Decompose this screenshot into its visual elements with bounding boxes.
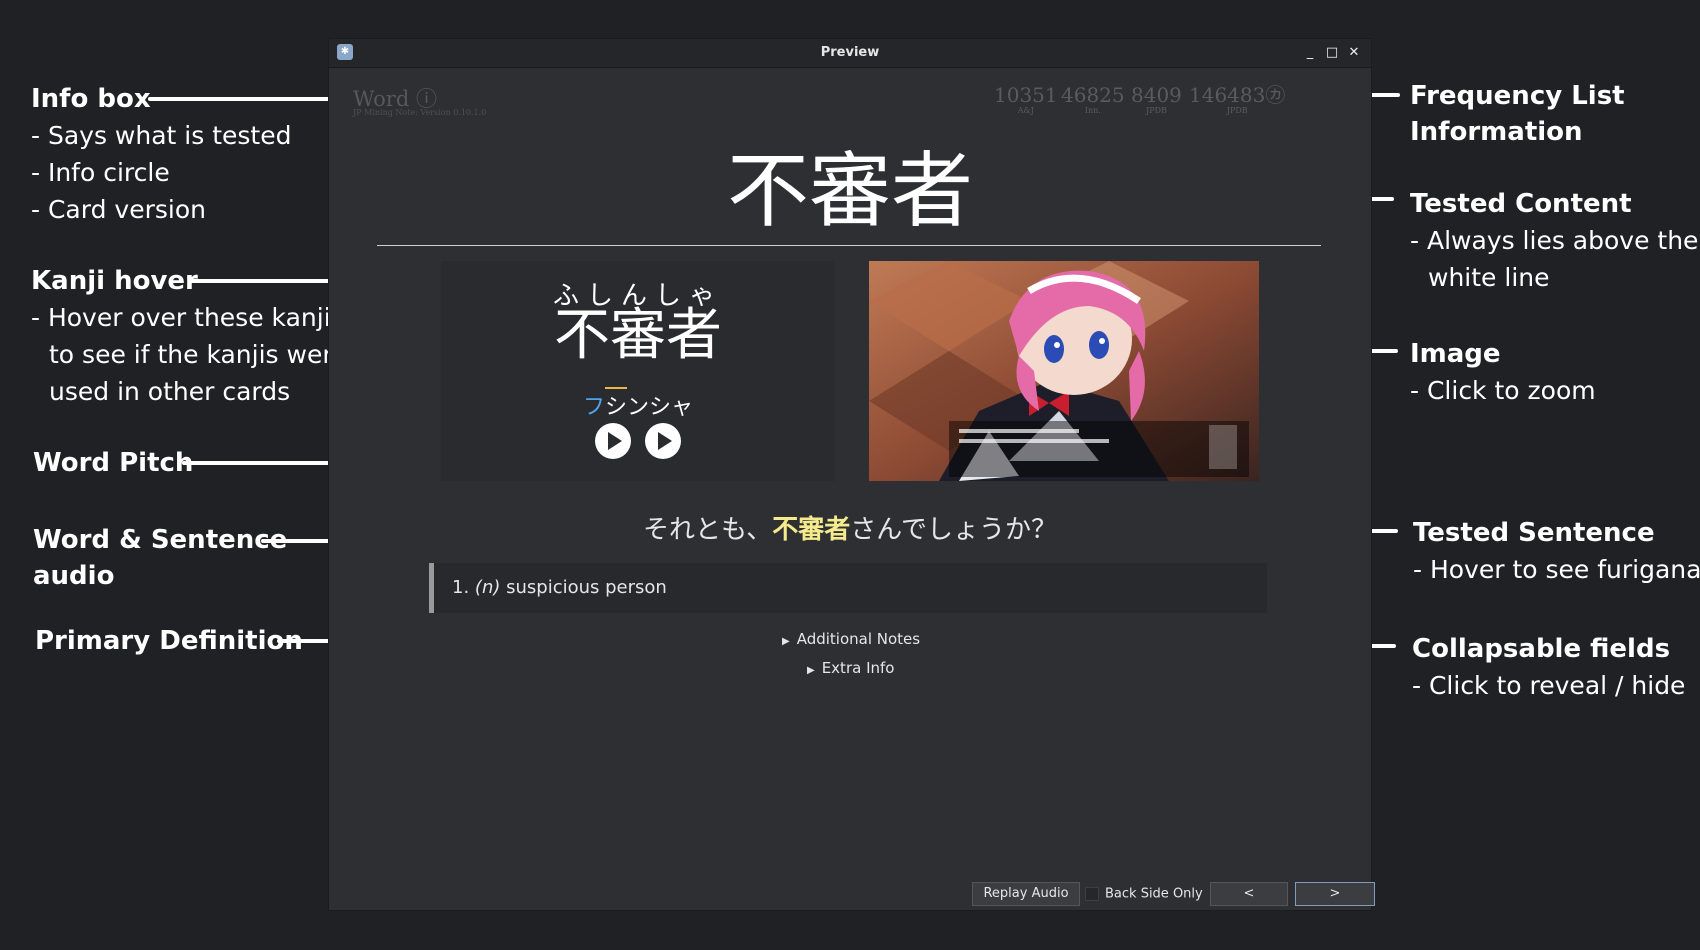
frequency-item[interactable]: 10351 A&J	[994, 84, 1058, 116]
annotation-tested-content: Tested Content - Always lies above the w…	[1410, 186, 1698, 296]
collapsible-label: Additional Notes	[796, 630, 921, 648]
collapsible-extra-info[interactable]: ▶ Extra Info	[807, 659, 894, 677]
card-image[interactable]	[869, 261, 1259, 481]
expand-triangle-icon: ▶	[782, 636, 790, 647]
maximize-button[interactable]: □	[1323, 43, 1341, 63]
pitch-rest: ンシャ	[627, 395, 694, 420]
card-version: JP Mining Note: Version 0.10.1.0	[353, 108, 487, 117]
definition-number: 1.	[452, 577, 470, 598]
audio-buttons	[441, 423, 835, 459]
annotation-tested-sentence: Tested Sentence - Hover to see furigana	[1413, 515, 1700, 588]
close-button[interactable]: ✕	[1345, 43, 1363, 63]
collapsible-label: Extra Info	[821, 659, 895, 677]
annotation-title: Word & Sentence	[33, 525, 288, 555]
definition-text: suspicious person	[506, 577, 667, 598]
frequency-value: 10351	[994, 83, 1058, 107]
annotation-line: white line	[1428, 263, 1550, 292]
replay-audio-button[interactable]: Replay Audio	[972, 882, 1080, 906]
frequency-source: JPDB	[1226, 106, 1248, 115]
annotation-image: Image - Click to zoom	[1410, 336, 1596, 409]
annotation-primary-definition: Primary Definition	[35, 623, 303, 659]
tested-sentence[interactable]: それとも、不審者さんでしょうか？	[329, 509, 1371, 546]
frequency-item[interactable]: 8409 JPDB	[1131, 84, 1182, 116]
annotation-title: Image	[1410, 339, 1501, 369]
sentence-after: さんでしょうか？	[850, 515, 1057, 545]
annotation-line: - Click to reveal / hide	[1412, 671, 1686, 700]
annotation-title: audio	[33, 561, 115, 591]
annotation-line: used in other cards	[49, 377, 291, 406]
annotation-collapsable: Collapsable fields - Click to reveal / h…	[1412, 631, 1685, 704]
pitch-accent-mora: シ	[604, 387, 628, 421]
annotation-title: Tested Sentence	[1413, 518, 1655, 548]
annotation-frequency: Frequency List Information	[1410, 78, 1625, 150]
annotation-title: Word Pitch	[33, 448, 194, 478]
frequency-value: 146483㋕	[1189, 83, 1286, 107]
minimize-button[interactable]: _	[1301, 43, 1319, 63]
frequency-value: 46825	[1061, 83, 1125, 107]
primary-definition: 1. (n) suspicious person	[429, 563, 1267, 613]
annotation-title: Info box	[31, 84, 151, 114]
back-side-only-toggle[interactable]: Back Side Only	[1085, 887, 1203, 902]
frequency-source: JPDB	[1146, 106, 1167, 115]
annotation-title: Information	[1410, 117, 1583, 147]
annotation-line: - Hover to see furigana	[1413, 555, 1700, 584]
annotation-title: Kanji hover	[31, 266, 198, 296]
tested-content: 不審者	[726, 144, 973, 239]
annotation-info-box: Info box - Says what is tested - Info ci…	[31, 81, 291, 228]
kanji-hover-word[interactable]: 不審者	[441, 301, 835, 371]
collapsible-additional-notes[interactable]: ▶ Additional Notes	[782, 630, 920, 648]
sentence-highlight: 不審者	[772, 515, 851, 545]
frequency-item[interactable]: 146483㋕ JPDB	[1189, 84, 1285, 116]
next-button[interactable]: >	[1295, 882, 1375, 906]
annotation-audio: Word & Sentence audio	[33, 522, 287, 594]
pitch-low-mora: フ	[582, 395, 605, 420]
frequency-source: Inn.	[1084, 106, 1101, 115]
annotation-title: Collapsable fields	[1412, 634, 1671, 664]
annotation-line: to see if the kanjis were	[49, 340, 348, 369]
definition-pos: (n)	[474, 577, 501, 598]
annotation-title: Primary Definition	[35, 626, 303, 656]
frequency-value: 8409	[1131, 83, 1182, 107]
annotation-line: - Click to zoom	[1410, 376, 1596, 405]
word-audio-play-icon[interactable]	[595, 423, 631, 459]
frequency-source: A&J	[1017, 106, 1034, 115]
word-pitch: フシンシャ	[441, 387, 835, 421]
window-title: Preview	[820, 45, 880, 60]
previous-button[interactable]: <	[1210, 882, 1288, 906]
annotation-title: Tested Content	[1410, 189, 1632, 219]
word-reading-panel: ふしんしゃ 不審者 フシンシャ	[441, 261, 835, 481]
back-side-only-label: Back Side Only	[1105, 886, 1203, 902]
annotation-line: - Always lies above the	[1410, 226, 1699, 255]
anime-screenshot	[869, 261, 1259, 481]
preview-window: ✱ Preview _ □ ✕ Word ⓘ JP Mining Note: V…	[328, 38, 1375, 911]
back-side-only-checkbox[interactable]	[1085, 887, 1099, 901]
expand-triangle-icon: ▶	[807, 665, 815, 676]
annotation-line: - Says what is tested	[31, 121, 292, 150]
annotation-word-pitch: Word Pitch	[33, 445, 193, 481]
annotation-kanji-hover: Kanji hover - Hover over these kanjis to…	[31, 263, 347, 410]
white-divider-line	[377, 245, 1321, 246]
frequency-item[interactable]: 46825 Inn.	[1061, 84, 1125, 116]
annotation-title: Frequency List	[1410, 81, 1625, 111]
annotation-line: - Hover over these kanjis	[31, 303, 344, 332]
annotation-line: - Info circle	[31, 158, 170, 187]
sentence-audio-play-icon[interactable]	[645, 423, 681, 459]
annotation-line: - Card version	[31, 195, 206, 224]
title-bar[interactable]: ✱ Preview _ □ ✕	[329, 39, 1371, 68]
sentence-before: それとも、	[643, 515, 773, 545]
